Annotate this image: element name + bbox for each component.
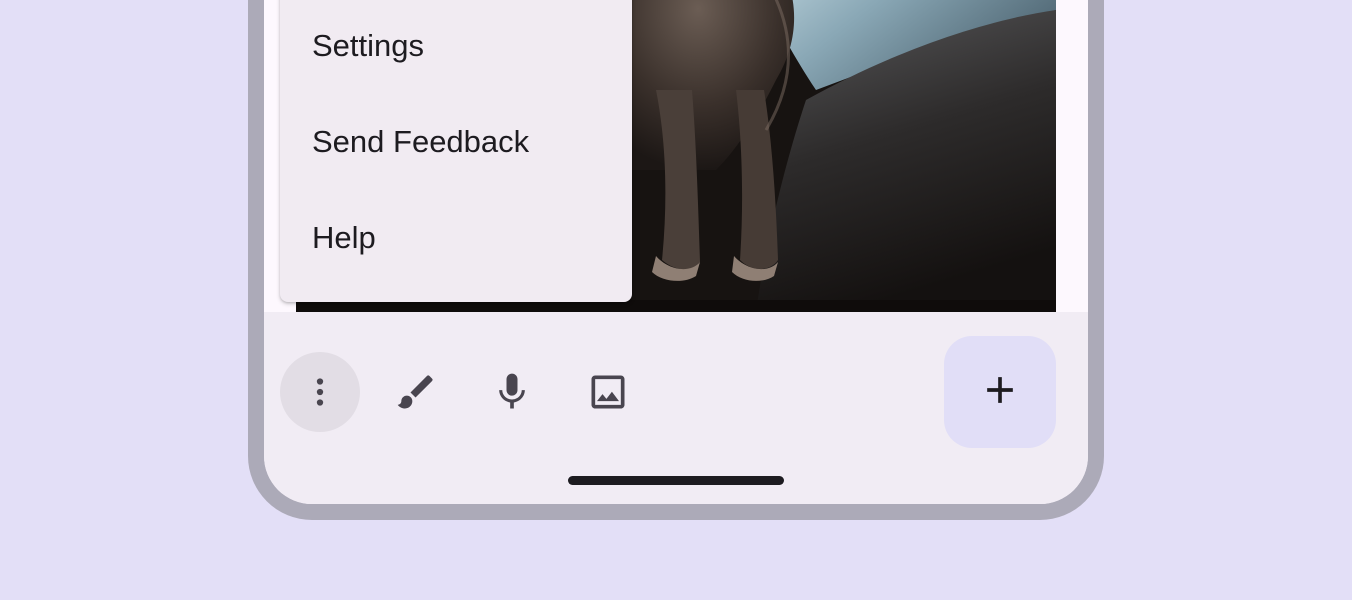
phone-frame: Settings Send Feedback Help [248, 0, 1104, 520]
home-indicator[interactable] [568, 476, 784, 485]
more-options-button[interactable] [280, 352, 360, 432]
menu-item-label: Help [312, 220, 376, 255]
brush-icon [394, 370, 438, 414]
microphone-icon [490, 370, 534, 414]
image-icon [586, 370, 630, 414]
new-note-fab[interactable] [944, 336, 1056, 448]
more-vert-icon [302, 374, 338, 410]
menu-item-help[interactable]: Help [280, 190, 632, 286]
menu-item-label: Send Feedback [312, 124, 530, 159]
menu-item-settings[interactable]: Settings [280, 0, 632, 94]
voice-note-button[interactable] [472, 352, 552, 432]
menu-item-label: Settings [312, 28, 425, 63]
add-icon [978, 368, 1022, 417]
app-screen: Settings Send Feedback Help [264, 0, 1088, 504]
overflow-menu: Settings Send Feedback Help [280, 0, 632, 302]
image-button[interactable] [568, 352, 648, 432]
drawing-button[interactable] [376, 352, 456, 432]
bottom-app-bar [264, 312, 1088, 504]
menu-item-send-feedback[interactable]: Send Feedback [280, 94, 632, 190]
